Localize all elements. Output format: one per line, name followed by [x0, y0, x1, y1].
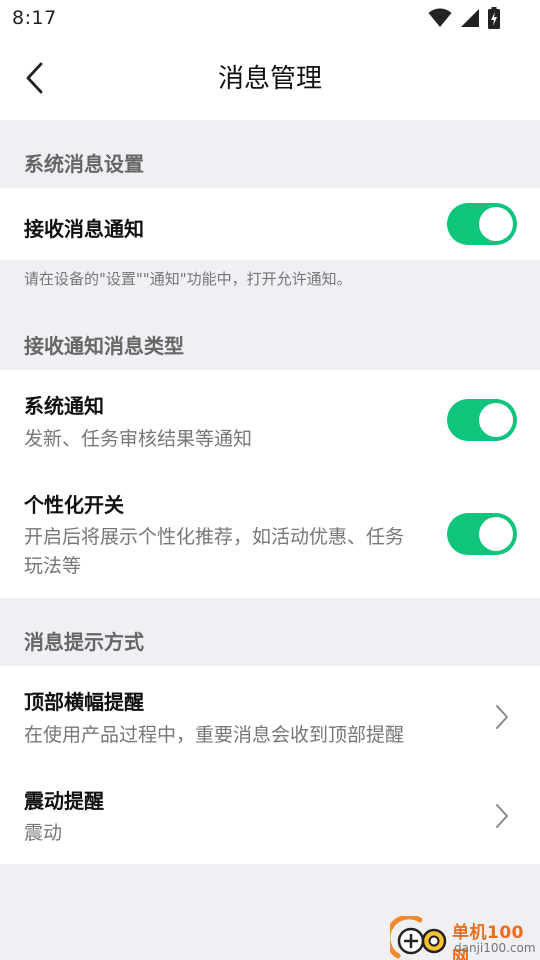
- banner-alert-label: 顶部横幅提醒: [24, 690, 144, 714]
- notification-hint: 请在设备的"设置""通知"功能中，打开允许通知。: [24, 270, 352, 288]
- personalization-label: 个性化开关: [24, 493, 124, 517]
- vibration-alert-desc: 震动: [24, 822, 63, 844]
- toggle-knob: [479, 403, 513, 437]
- toggle-knob: [479, 207, 513, 241]
- watermark: 单机100网 danji100.com: [390, 916, 540, 960]
- system-notifications-label: 系统通知: [24, 394, 104, 418]
- watermark-logo-icon: [390, 916, 447, 959]
- receive-notifications-row[interactable]: 接收消息通知: [0, 188, 540, 260]
- watermark-url: danji100.com: [454, 941, 536, 955]
- battery-charging-icon: [488, 7, 500, 29]
- status-icons: [428, 7, 500, 29]
- banner-alert-desc: 在使用产品过程中，重要消息会收到顶部提醒: [24, 724, 405, 746]
- wifi-icon: [428, 8, 452, 27]
- banner-alert-row[interactable]: 顶部横幅提醒 在使用产品过程中，重要消息会收到顶部提醒: [0, 666, 540, 766]
- signal-icon: [461, 9, 479, 27]
- system-notifications-toggle[interactable]: [447, 399, 517, 441]
- receive-notifications-label: 接收消息通知: [24, 217, 144, 241]
- notification-types-card: 系统通知 发新、任务审核结果等通知 个性化开关 开启后将展示个性化推荐，如活动优…: [0, 370, 540, 598]
- personalization-desc-line2: 玩法等: [24, 555, 82, 577]
- page-title: 消息管理: [217, 64, 322, 94]
- section-title-types: 接收通知消息类型: [24, 334, 184, 358]
- status-time: 8:17: [12, 7, 57, 29]
- chevron-right-icon: [492, 702, 512, 732]
- vibration-alert-row[interactable]: 震动提醒 震动: [0, 766, 540, 864]
- section-title-alerts: 消息提示方式: [24, 630, 144, 654]
- status-bar: 8:17: [0, 0, 540, 36]
- receive-notifications-toggle[interactable]: [447, 203, 517, 245]
- alert-methods-card: 顶部横幅提醒 在使用产品过程中，重要消息会收到顶部提醒 震动提醒 震动: [0, 666, 540, 864]
- header-bar: 消息管理: [0, 36, 540, 120]
- personalization-toggle[interactable]: [447, 513, 517, 555]
- section-title-system: 系统消息设置: [24, 152, 144, 176]
- personalization-desc-line1: 开启后将展示个性化推荐，如活动优惠、任务: [24, 526, 405, 548]
- toggle-knob: [479, 517, 513, 551]
- chevron-right-icon: [492, 801, 512, 831]
- vibration-alert-label: 震动提醒: [24, 789, 104, 813]
- system-notifications-desc: 发新、任务审核结果等通知: [24, 428, 253, 450]
